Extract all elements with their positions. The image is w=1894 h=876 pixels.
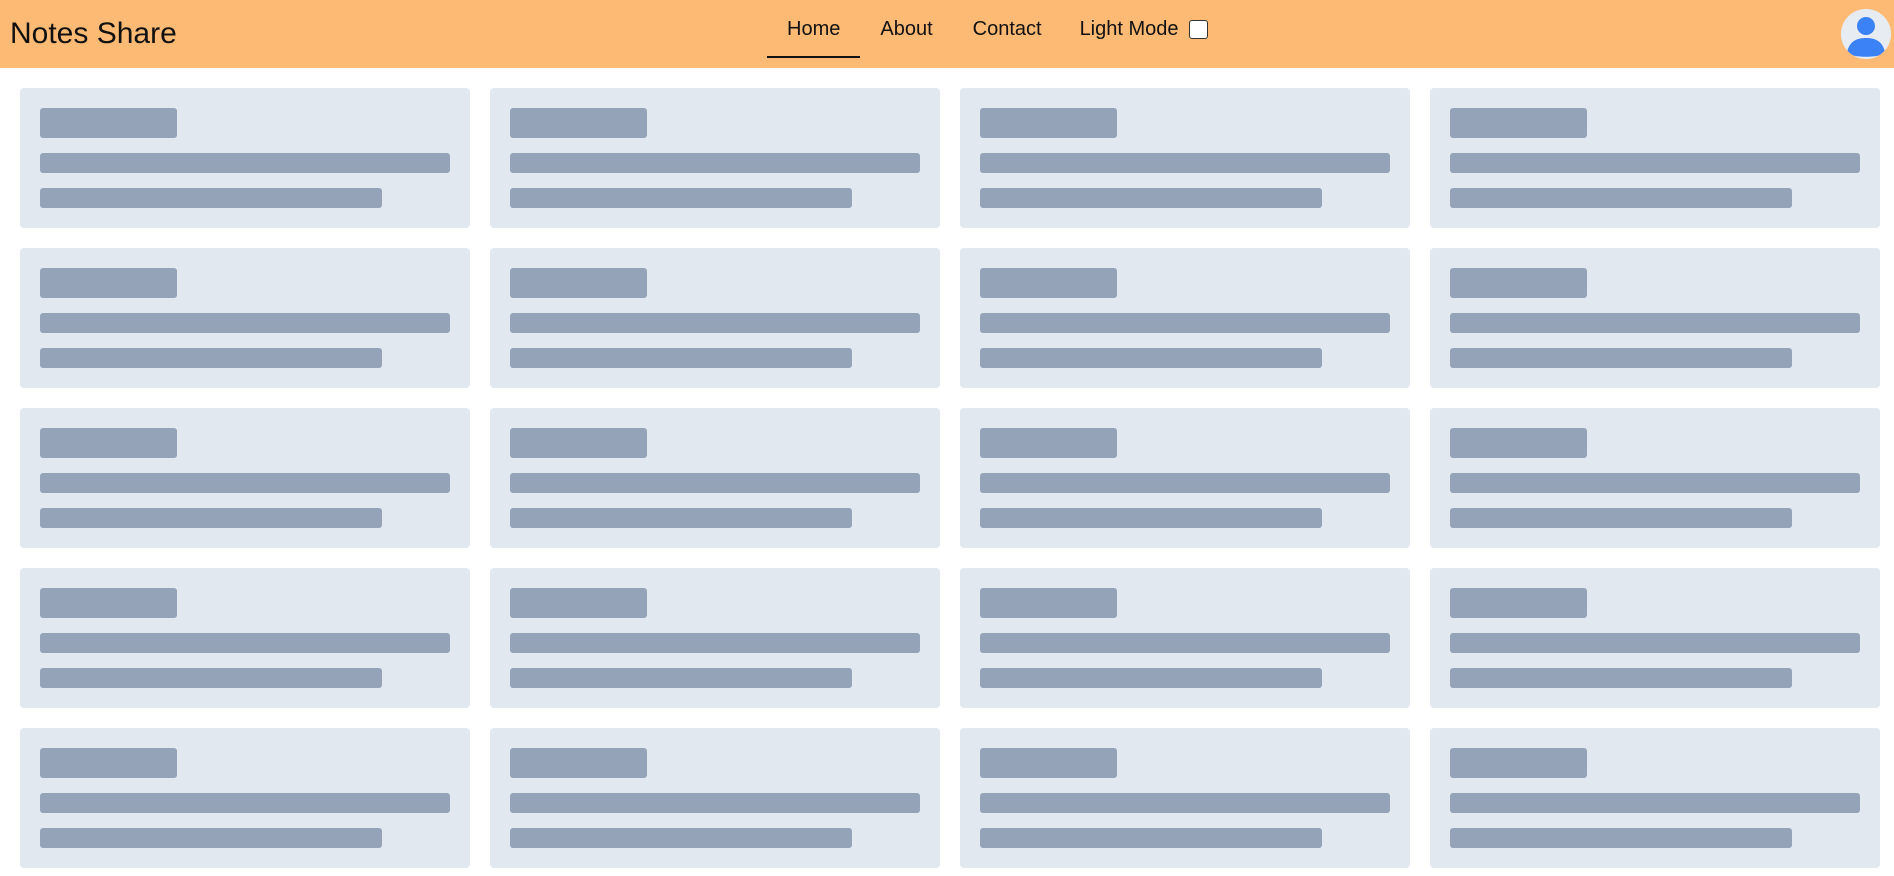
- skeleton-line-short: [1450, 828, 1792, 848]
- skeleton-title: [1450, 588, 1587, 618]
- skeleton-line-short: [1450, 188, 1792, 208]
- nav-link-home[interactable]: Home: [767, 0, 861, 58]
- skeleton-title: [40, 748, 177, 778]
- skeleton-line: [510, 633, 920, 653]
- skeleton-title: [510, 748, 647, 778]
- note-card-skeleton[interactable]: [490, 728, 940, 868]
- skeleton-line-short: [510, 508, 852, 528]
- skeleton-title: [1450, 108, 1587, 138]
- skeleton-title: [510, 588, 647, 618]
- note-card-skeleton[interactable]: [490, 88, 940, 228]
- skeleton-title: [1450, 748, 1587, 778]
- skeleton-line-short: [1450, 348, 1792, 368]
- skeleton-title: [980, 108, 1117, 138]
- skeleton-line-short: [40, 508, 382, 528]
- skeleton-line: [980, 153, 1390, 173]
- skeleton-title: [980, 748, 1117, 778]
- skeleton-line: [980, 313, 1390, 333]
- skeleton-line-short: [980, 348, 1322, 368]
- note-card-skeleton[interactable]: [1430, 408, 1880, 548]
- skeleton-line-short: [510, 188, 852, 208]
- skeleton-title: [40, 428, 177, 458]
- skeleton-line-short: [1450, 668, 1792, 688]
- skeleton-title: [980, 268, 1117, 298]
- note-card-skeleton[interactable]: [960, 408, 1410, 548]
- skeleton-line: [510, 793, 920, 813]
- notes-grid: [20, 88, 1881, 868]
- note-card-skeleton[interactable]: [20, 568, 470, 708]
- note-card-skeleton[interactable]: [1430, 568, 1880, 708]
- note-card-skeleton[interactable]: [960, 728, 1410, 868]
- note-card-skeleton[interactable]: [490, 568, 940, 708]
- skeleton-line: [40, 473, 450, 493]
- note-card-skeleton[interactable]: [490, 408, 940, 548]
- note-card-skeleton[interactable]: [20, 248, 470, 388]
- skeleton-line: [1450, 313, 1860, 333]
- skeleton-title: [40, 588, 177, 618]
- skeleton-line: [40, 153, 450, 173]
- skeleton-line: [40, 793, 450, 813]
- skeleton-line-short: [40, 348, 382, 368]
- skeleton-line-short: [40, 188, 382, 208]
- skeleton-line-short: [510, 348, 852, 368]
- skeleton-line-short: [40, 828, 382, 848]
- skeleton-title: [1450, 268, 1587, 298]
- skeleton-line-short: [980, 828, 1322, 848]
- note-card-skeleton[interactable]: [20, 88, 470, 228]
- skeleton-line: [510, 313, 920, 333]
- note-card-skeleton[interactable]: [490, 248, 940, 388]
- note-card-skeleton[interactable]: [20, 728, 470, 868]
- theme-toggle: Light Mode: [1062, 0, 1208, 58]
- skeleton-line: [1450, 473, 1860, 493]
- skeleton-line-short: [510, 668, 852, 688]
- light-mode-checkbox[interactable]: [1188, 19, 1208, 39]
- skeleton-line: [510, 153, 920, 173]
- skeleton-line-short: [980, 508, 1322, 528]
- skeleton-line-short: [980, 188, 1322, 208]
- skeleton-line-short: [1450, 508, 1792, 528]
- skeleton-title: [510, 268, 647, 298]
- skeleton-line: [1450, 633, 1860, 653]
- nav-link-about[interactable]: About: [860, 0, 952, 58]
- brand-logo[interactable]: Notes Share: [10, 14, 177, 54]
- note-card-skeleton[interactable]: [1430, 248, 1880, 388]
- skeleton-line-short: [40, 668, 382, 688]
- skeleton-line: [980, 633, 1390, 653]
- skeleton-line: [980, 473, 1390, 493]
- skeleton-title: [40, 268, 177, 298]
- skeleton-line: [1450, 793, 1860, 813]
- skeleton-title: [40, 108, 177, 138]
- note-card-skeleton[interactable]: [960, 88, 1410, 228]
- note-card-skeleton[interactable]: [1430, 728, 1880, 868]
- skeleton-line: [40, 633, 450, 653]
- skeleton-title: [1450, 428, 1587, 458]
- skeleton-title: [510, 108, 647, 138]
- skeleton-title: [510, 428, 647, 458]
- skeleton-line: [980, 793, 1390, 813]
- user-avatar-icon[interactable]: [1841, 9, 1891, 59]
- skeleton-line: [40, 313, 450, 333]
- skeleton-line-short: [510, 828, 852, 848]
- skeleton-line: [510, 473, 920, 493]
- theme-toggle-label: Light Mode: [1079, 17, 1179, 40]
- note-card-skeleton[interactable]: [960, 568, 1410, 708]
- note-card-skeleton[interactable]: [1430, 88, 1880, 228]
- skeleton-title: [980, 588, 1117, 618]
- skeleton-line-short: [980, 668, 1322, 688]
- nav-link-contact[interactable]: Contact: [953, 0, 1062, 58]
- skeleton-line: [1450, 153, 1860, 173]
- skeleton-title: [980, 428, 1117, 458]
- note-card-skeleton[interactable]: [20, 408, 470, 548]
- user-avatar-svg: [1841, 9, 1891, 59]
- nav-links: Home About Contact Light Mode: [767, 0, 1208, 58]
- navbar: Notes Share Home About Contact Light Mod…: [0, 0, 1894, 68]
- note-card-skeleton[interactable]: [960, 248, 1410, 388]
